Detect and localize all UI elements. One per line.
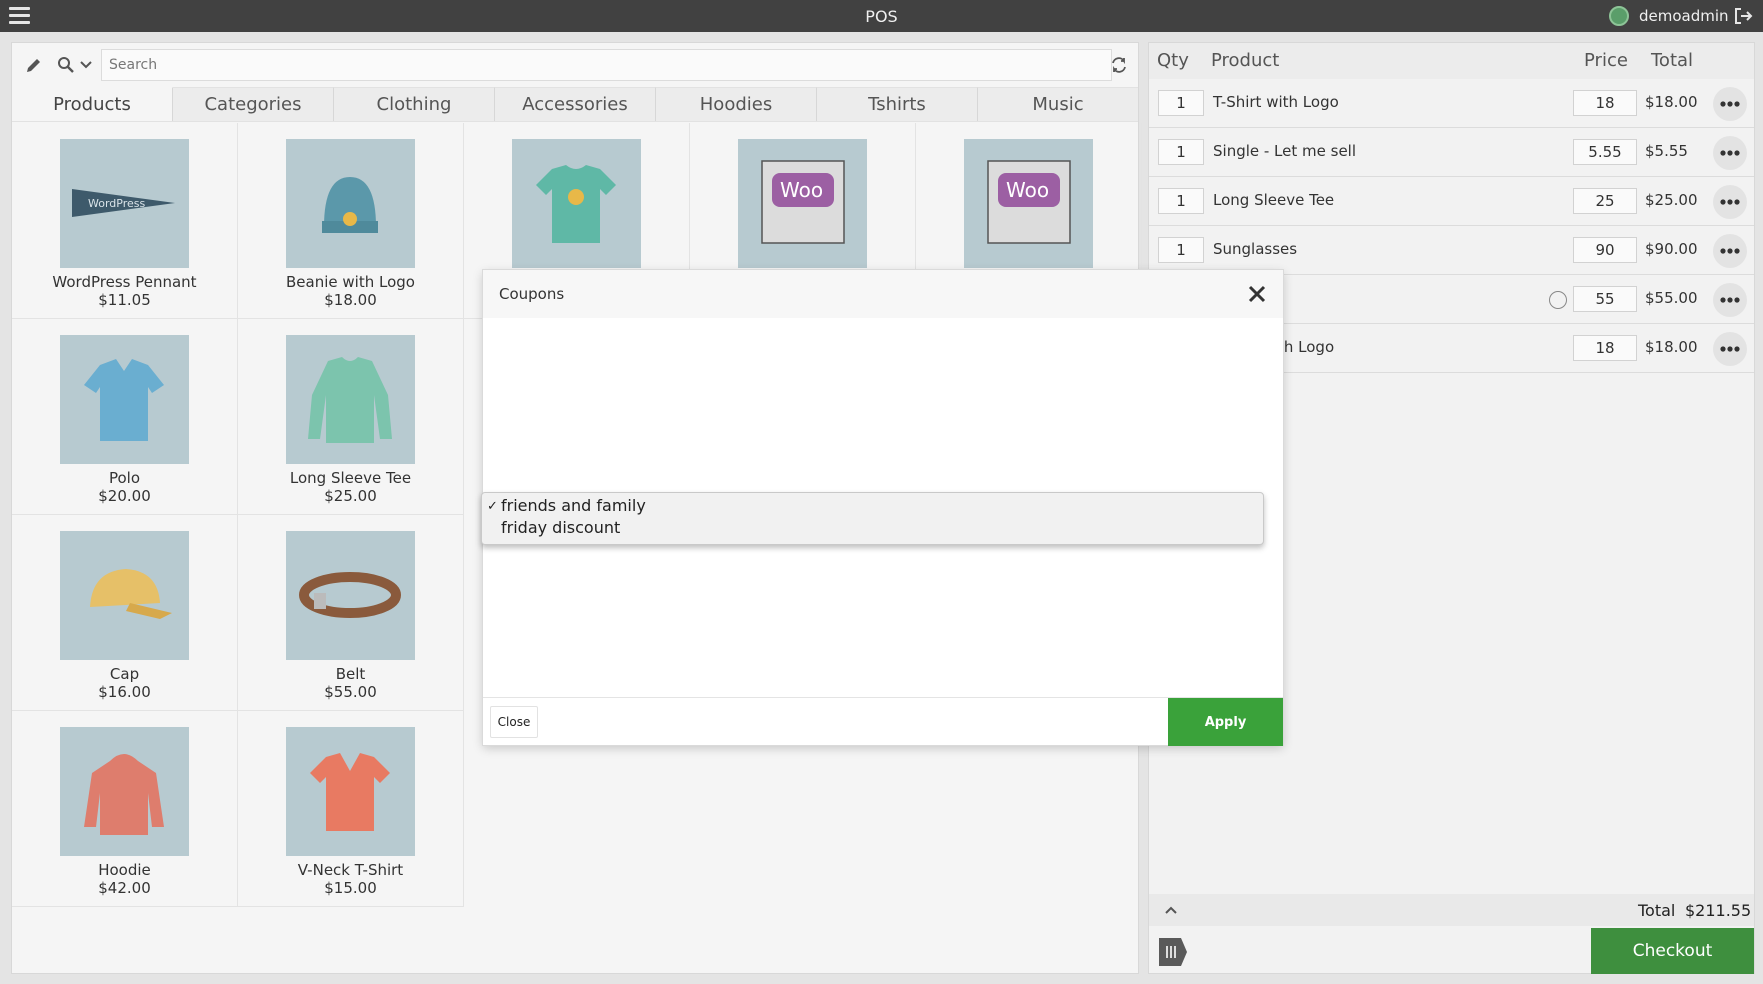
coupon-select-dropdown[interactable]: ✓ friends and family friday discount [481,492,1264,545]
coupon-option[interactable]: friends and family [501,496,646,515]
apply-button[interactable]: Apply [1168,698,1283,746]
close-icon[interactable] [1247,284,1267,304]
close-button[interactable]: Close [490,706,538,738]
modal-header: Coupons [483,270,1283,318]
modal-title: Coupons [499,285,565,303]
modal-footer: Close Apply [483,697,1283,746]
coupon-option[interactable]: friday discount [501,518,620,537]
checkmark-icon: ✓ [487,499,498,514]
modal-overlay: Coupons Close Apply ✓ friends and family… [0,0,1763,984]
